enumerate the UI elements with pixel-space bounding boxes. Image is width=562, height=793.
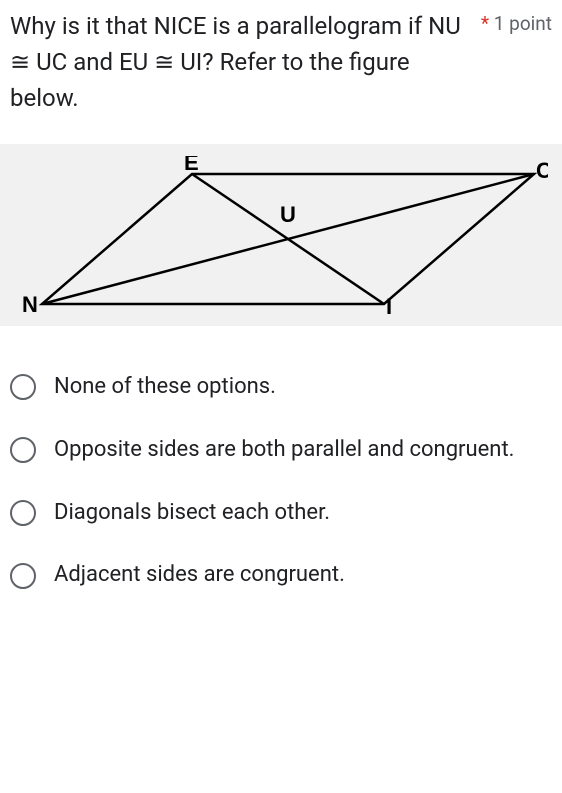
option-label: Adjacent sides are congruent. xyxy=(54,560,345,591)
option-1[interactable]: Opposite sides are both parallel and con… xyxy=(10,419,552,482)
radio-icon xyxy=(10,500,36,526)
label-U: U xyxy=(280,202,296,227)
points-indicator: * 1 point xyxy=(481,8,552,35)
label-N: N xyxy=(22,292,38,316)
points-label: 1 point xyxy=(494,12,552,35)
options-group: None of these options. Opposite sides ar… xyxy=(10,346,552,607)
option-label: None of these options. xyxy=(54,372,276,403)
label-C: C xyxy=(536,158,548,183)
question-text: Why is it that NICE is a parallelogram i… xyxy=(10,8,481,116)
question-header: Why is it that NICE is a parallelogram i… xyxy=(10,0,552,116)
option-0[interactable]: None of these options. xyxy=(10,356,552,419)
radio-icon xyxy=(10,563,36,589)
radio-icon xyxy=(10,437,36,463)
option-label: Opposite sides are both parallel and con… xyxy=(54,435,514,466)
radio-icon xyxy=(10,374,36,400)
option-3[interactable]: Adjacent sides are congruent. xyxy=(10,544,552,607)
label-E: E xyxy=(184,156,199,175)
label-I: I xyxy=(386,294,392,316)
figure-container: E C U N I xyxy=(0,144,562,326)
option-2[interactable]: Diagonals bisect each other. xyxy=(10,482,552,545)
required-asterisk: * xyxy=(481,12,489,35)
figure-svg: E C U N I xyxy=(14,156,548,316)
option-label: Diagonals bisect each other. xyxy=(54,498,330,529)
parallelogram-figure: E C U N I xyxy=(14,156,548,316)
